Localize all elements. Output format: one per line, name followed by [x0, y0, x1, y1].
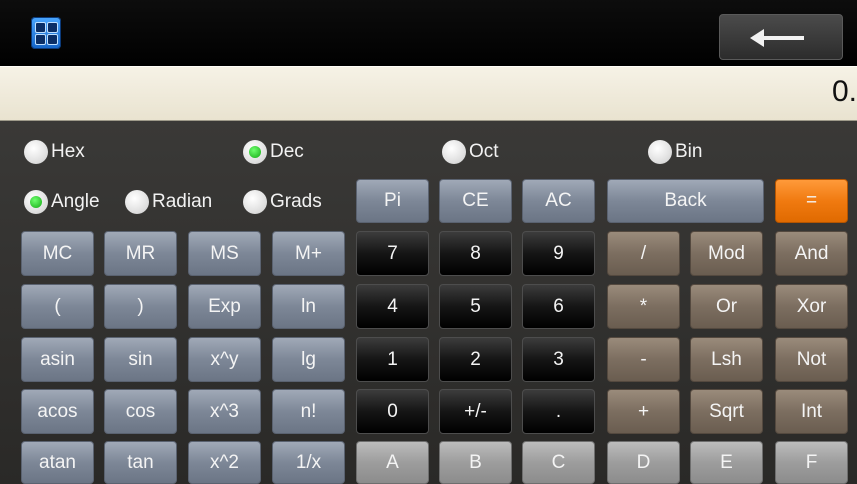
- radio-hex[interactable]: Hex: [24, 137, 85, 167]
- mod-button[interactable]: Mod: [690, 231, 763, 276]
- radio-angle[interactable]: Angle: [24, 187, 100, 217]
- acos-button[interactable]: acos: [21, 389, 94, 434]
- radio-bin[interactable]: Bin: [648, 137, 702, 167]
- hex-c-button[interactable]: C: [522, 441, 595, 484]
- digit-2-button[interactable]: 2: [439, 337, 512, 382]
- decimal-point-button[interactable]: .: [522, 389, 595, 434]
- multiply-button[interactable]: *: [607, 284, 680, 329]
- clear-entry-button[interactable]: CE: [439, 179, 512, 223]
- negate-button[interactable]: +/-: [439, 389, 512, 434]
- digit-9-button[interactable]: 9: [522, 231, 595, 276]
- power-button[interactable]: x^y: [188, 337, 261, 382]
- digit-3-button[interactable]: 3: [522, 337, 595, 382]
- right-paren-button[interactable]: ): [104, 284, 177, 329]
- digit-1-button[interactable]: 1: [356, 337, 429, 382]
- radio-selected-icon: [243, 140, 267, 164]
- radio-angle-label: Angle: [51, 191, 100, 212]
- hex-a-button[interactable]: A: [356, 441, 429, 484]
- minus-button[interactable]: -: [607, 337, 680, 382]
- memory-add-button[interactable]: M+: [272, 231, 345, 276]
- pi-button[interactable]: Pi: [356, 179, 429, 223]
- hex-e-button[interactable]: E: [690, 441, 763, 484]
- radio-hex-label: Hex: [51, 141, 85, 162]
- title-bar: [0, 0, 857, 66]
- radio-circle-icon: [125, 190, 149, 214]
- radio-bin-label: Bin: [675, 141, 703, 162]
- not-button[interactable]: Not: [775, 337, 848, 382]
- radio-grads-label: Grads: [270, 191, 322, 212]
- display-value: 0.: [831, 75, 857, 108]
- memory-clear-button[interactable]: MC: [21, 231, 94, 276]
- tan-button[interactable]: tan: [104, 441, 177, 484]
- radio-oct-label: Oct: [469, 141, 499, 162]
- memory-recall-button[interactable]: MR: [104, 231, 177, 276]
- factorial-button[interactable]: n!: [272, 389, 345, 434]
- all-clear-button[interactable]: AC: [522, 179, 595, 223]
- left-paren-button[interactable]: (: [21, 284, 94, 329]
- result-display: 0.: [0, 66, 857, 121]
- cos-button[interactable]: cos: [104, 389, 177, 434]
- digit-0-button[interactable]: 0: [356, 389, 429, 434]
- radio-circle-icon: [648, 140, 672, 164]
- hex-b-button[interactable]: B: [439, 441, 512, 484]
- sin-button[interactable]: sin: [104, 337, 177, 382]
- hex-d-button[interactable]: D: [607, 441, 680, 484]
- cube-button[interactable]: x^3: [188, 389, 261, 434]
- digit-7-button[interactable]: 7: [356, 231, 429, 276]
- hex-f-button[interactable]: F: [775, 441, 848, 484]
- equals-button[interactable]: =: [775, 179, 848, 223]
- divide-button[interactable]: /: [607, 231, 680, 276]
- radio-grads[interactable]: Grads: [243, 187, 322, 217]
- digit-8-button[interactable]: 8: [439, 231, 512, 276]
- left-arrow-icon: [750, 29, 804, 47]
- atan-button[interactable]: atan: [21, 441, 94, 484]
- memory-store-button[interactable]: MS: [188, 231, 261, 276]
- reciprocal-button[interactable]: 1/x: [272, 441, 345, 484]
- digit-4-button[interactable]: 4: [356, 284, 429, 329]
- radio-dec-label: Dec: [270, 141, 304, 162]
- int-button[interactable]: Int: [775, 389, 848, 434]
- sqrt-button[interactable]: Sqrt: [690, 389, 763, 434]
- digit-5-button[interactable]: 5: [439, 284, 512, 329]
- radio-oct[interactable]: Oct: [442, 137, 499, 167]
- backspace-button[interactable]: Back: [607, 179, 764, 223]
- calculator-grid-icon[interactable]: [31, 17, 61, 49]
- and-button[interactable]: And: [775, 231, 848, 276]
- square-button[interactable]: x^2: [188, 441, 261, 484]
- radio-radian[interactable]: Radian: [125, 187, 212, 217]
- ln-button[interactable]: ln: [272, 284, 345, 329]
- exp-button[interactable]: Exp: [188, 284, 261, 329]
- log10-button[interactable]: lg: [272, 337, 345, 382]
- or-button[interactable]: Or: [690, 284, 763, 329]
- plus-button[interactable]: +: [607, 389, 680, 434]
- left-shift-button[interactable]: Lsh: [690, 337, 763, 382]
- radio-circle-icon: [442, 140, 466, 164]
- radio-dec[interactable]: Dec: [243, 137, 304, 167]
- radio-radian-label: Radian: [152, 191, 213, 212]
- radio-circle-icon: [24, 140, 48, 164]
- radio-circle-icon: [243, 190, 267, 214]
- xor-button[interactable]: Xor: [775, 284, 848, 329]
- back-navigation-button[interactable]: [719, 14, 843, 60]
- digit-6-button[interactable]: 6: [522, 284, 595, 329]
- radio-selected-icon: [24, 190, 48, 214]
- asin-button[interactable]: asin: [21, 337, 94, 382]
